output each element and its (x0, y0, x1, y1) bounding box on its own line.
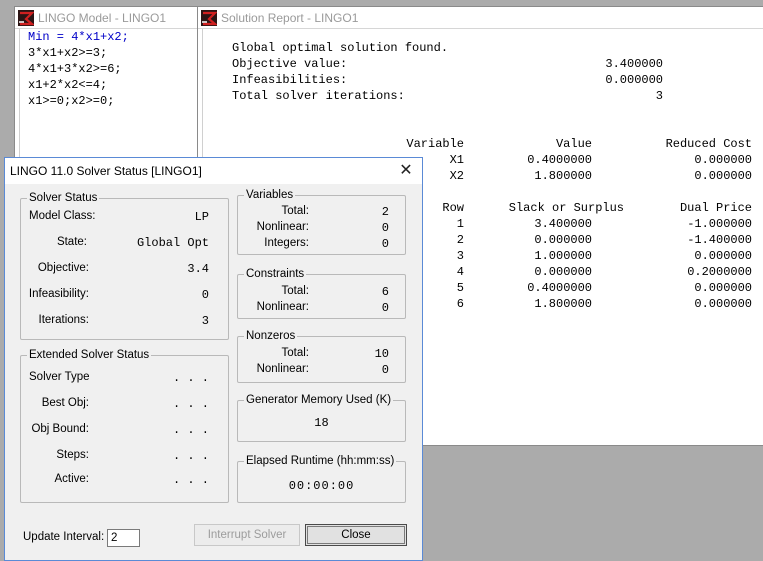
row-dual-price: -1.000000 (687, 217, 752, 231)
model-editor[interactable]: Min = 4*x1+x2; 3*x1+x2>=3; 4*x1+3*x2>=6;… (19, 29, 195, 165)
variables-total-value: 2 (381, 205, 389, 219)
variable-value: 0.4000000 (527, 153, 592, 167)
value-header: Value (555, 137, 592, 151)
objective-label: Objective value: (232, 57, 348, 71)
variables-nonlinear-value: 0 (381, 221, 389, 235)
objective-value: 3.4 (187, 262, 209, 276)
variables-integers-value: 0 (381, 237, 389, 251)
steps-value: . . . (172, 449, 209, 463)
steps-label: Steps: (56, 449, 89, 461)
constraints-nonlinear-label: Nonlinear: (256, 301, 309, 313)
row-slack: 0.000000 (534, 233, 592, 247)
active-value: . . . (172, 473, 209, 487)
row-dual-price: 0.000000 (694, 281, 752, 295)
close-icon[interactable]: ✕ (390, 158, 422, 184)
generator-memory-value: 18 (314, 416, 329, 430)
nonzeros-legend: Nonzeros (246, 330, 296, 342)
constraints-nonlinear-value: 0 (381, 301, 389, 315)
row-dual-price: -1.400000 (687, 233, 752, 247)
elapsed-runtime-value: 00:00:00 (288, 479, 355, 493)
lingo-app-icon (201, 9, 217, 26)
code-line: x1+2*x2<=4; (28, 78, 108, 92)
model-window-titlebar[interactable]: LINGO Model - LINGO1 (15, 7, 199, 29)
solution-window-titlebar[interactable]: Solution Report - LINGO1 (198, 7, 763, 29)
active-label: Active: (54, 473, 89, 485)
code-line: 3*x1+x2>=3; (28, 46, 108, 60)
nonzeros-nonlinear-label: Nonlinear: (256, 363, 309, 375)
row-dual-price: 0.000000 (694, 249, 752, 263)
infeasibility-label: Infeasibility: (28, 288, 89, 300)
close-button[interactable]: Close (305, 524, 407, 546)
variable-reduced-cost: 0.000000 (694, 153, 752, 167)
lingo-app-icon (18, 9, 34, 26)
elapsed-runtime-legend: Elapsed Runtime (hh:mm:ss) (246, 455, 395, 467)
dual-price-header: Dual Price (679, 201, 752, 215)
row-slack: 3.400000 (534, 217, 592, 231)
iterations-value: 3 (655, 89, 663, 103)
generator-memory-legend: Generator Memory Used (K) (246, 394, 392, 406)
row-slack: 1.800000 (534, 297, 592, 311)
obj-bound-value: . . . (172, 423, 209, 437)
row-slack: 0.4000000 (527, 281, 592, 295)
variables-legend: Variables (246, 189, 294, 201)
state-label: State: (56, 236, 87, 248)
best-obj-value: . . . (172, 397, 209, 411)
model-window-title: LINGO Model - LINGO1 (38, 10, 167, 25)
row-dual-price: 0.2000000 (687, 265, 752, 279)
update-interval-label: Update Interval: (23, 531, 105, 543)
dialog-title: LINGO 11.0 Solver Status [LINGO1] (10, 164, 202, 178)
solver-status-dialog[interactable]: LINGO 11.0 Solver Status [LINGO1] ✕ Solv… (4, 157, 423, 561)
extended-status-legend: Extended Solver Status (29, 349, 150, 361)
iterations-label: Iterations: (38, 314, 90, 326)
nonzeros-total-value: 10 (374, 347, 389, 361)
variables-nonlinear-label: Nonlinear: (256, 221, 309, 233)
constraints-legend: Constraints (246, 268, 305, 280)
model-class-value: LP (194, 210, 209, 224)
constraints-total-value: 6 (381, 285, 389, 299)
model-window[interactable]: LINGO Model - LINGO1 Min = 4*x1+x2; 3*x1… (14, 6, 200, 166)
infeasibilities-value: 0.000000 (605, 73, 663, 87)
slack-header: Slack or Surplus (508, 201, 624, 215)
nonzeros-nonlinear-value: 0 (381, 363, 389, 377)
code-line: Min = 4*x1+x2; (28, 30, 129, 44)
variables-total-label: Total: (281, 205, 310, 217)
dialog-titlebar[interactable]: LINGO 11.0 Solver Status [LINGO1] ✕ (5, 158, 422, 184)
nonzeros-total-label: Total: (281, 347, 310, 359)
infeasibility-value: 0 (201, 288, 209, 302)
variable-reduced-cost: 0.000000 (694, 169, 752, 183)
constraints-total-label: Total: (281, 285, 310, 297)
objective-label: Objective: (37, 262, 89, 274)
state-value: Global Opt (136, 236, 209, 250)
reduced-cost-header: Reduced Cost (665, 137, 752, 151)
code-line: 4*x1+3*x2>=6; (28, 62, 122, 76)
status-text: Global optimal solution found. (232, 41, 449, 55)
solver-type-label: Solver Type (29, 371, 90, 383)
code-line: x1>=0;x2>=0; (28, 94, 115, 108)
update-interval-input[interactable] (107, 529, 140, 547)
best-obj-label: Best Obj: (41, 397, 89, 409)
variable-header: Variable (406, 137, 464, 151)
solver-status-legend: Solver Status (29, 192, 98, 204)
interrupt-solver-button[interactable]: Interrupt Solver (194, 524, 300, 546)
row-slack: 1.000000 (534, 249, 592, 263)
row-dual-price: 0.000000 (694, 297, 752, 311)
objective-value: 3.400000 (605, 57, 663, 71)
solver-type-value: . . . (172, 371, 209, 385)
infeasibilities-label: Infeasibilities: (232, 73, 348, 87)
variables-integers-label: Integers: (264, 237, 309, 249)
obj-bound-label: Obj Bound: (31, 423, 89, 435)
solution-window-title: Solution Report - LINGO1 (221, 10, 359, 25)
model-class-label: Model Class: (29, 210, 96, 222)
iterations-label: Total solver iterations: (232, 89, 405, 103)
iterations-value: 3 (201, 314, 209, 328)
variable-value: 1.800000 (534, 169, 592, 183)
row-slack: 0.000000 (534, 265, 592, 279)
